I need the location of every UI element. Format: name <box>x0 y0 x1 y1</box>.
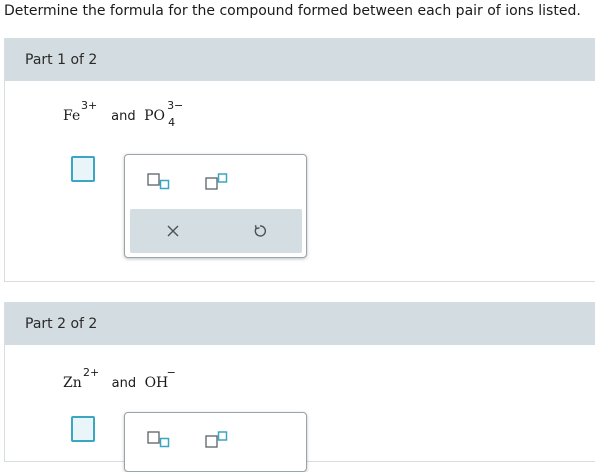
part-2-anion: OH − <box>144 367 176 391</box>
part-1-cation-symbol: Fe <box>63 108 81 124</box>
part-1-palette-actions <box>130 209 302 253</box>
question-prompt: Determine the formula for the compound f… <box>4 3 581 19</box>
part-2-answer-input[interactable] <box>71 416 95 442</box>
part-2-cation-charge: 2+ <box>83 366 100 379</box>
part-1-anion-symbol: PO <box>144 108 165 124</box>
superscript-template-icon[interactable] <box>205 173 229 191</box>
part-2-anion-symbol: OH <box>144 375 169 391</box>
part-1-anion-charge: 3− <box>167 99 184 112</box>
part-2-anion-charge: − <box>166 366 176 379</box>
undo-icon[interactable] <box>250 221 270 241</box>
part-2-header: Part 2 of 2 <box>5 303 595 345</box>
part-2-cation-symbol: Zn <box>63 375 82 391</box>
part-2-and-label: and <box>111 376 137 391</box>
part-2-cation: Zn 2+ <box>63 367 99 391</box>
clear-x-icon[interactable] <box>163 221 183 241</box>
part-1-answer-input[interactable] <box>71 156 95 182</box>
part-1-cation-charge: 3+ <box>81 99 98 112</box>
part-2-panel: Part 2 of 2 Zn 2+ and OH − <box>4 302 595 472</box>
part-1-anion-subscript: 4 <box>168 116 176 129</box>
subscript-template-icon[interactable] <box>147 431 171 449</box>
part-1-panel: Part 1 of 2 Fe 3+ and PO 3− 4 <box>4 38 595 282</box>
part-1-title: Part 1 of 2 <box>25 52 98 68</box>
part-1-ion-pair: Fe 3+ and PO 3− 4 <box>63 100 183 128</box>
superscript-template-icon[interactable] <box>205 431 229 449</box>
part-1-formula-palette <box>124 154 307 258</box>
subscript-template-icon[interactable] <box>147 173 171 191</box>
part-1-and-label: and <box>111 109 136 124</box>
part-1-anion: PO 3− 4 <box>144 100 183 128</box>
part-1-header: Part 1 of 2 <box>5 39 595 81</box>
part-2-title: Part 2 of 2 <box>25 316 98 332</box>
part-1-cation: Fe 3+ <box>63 100 97 124</box>
part-2-formula-palette <box>124 412 307 472</box>
part-2-ion-pair: Zn 2+ and OH − <box>63 367 176 391</box>
